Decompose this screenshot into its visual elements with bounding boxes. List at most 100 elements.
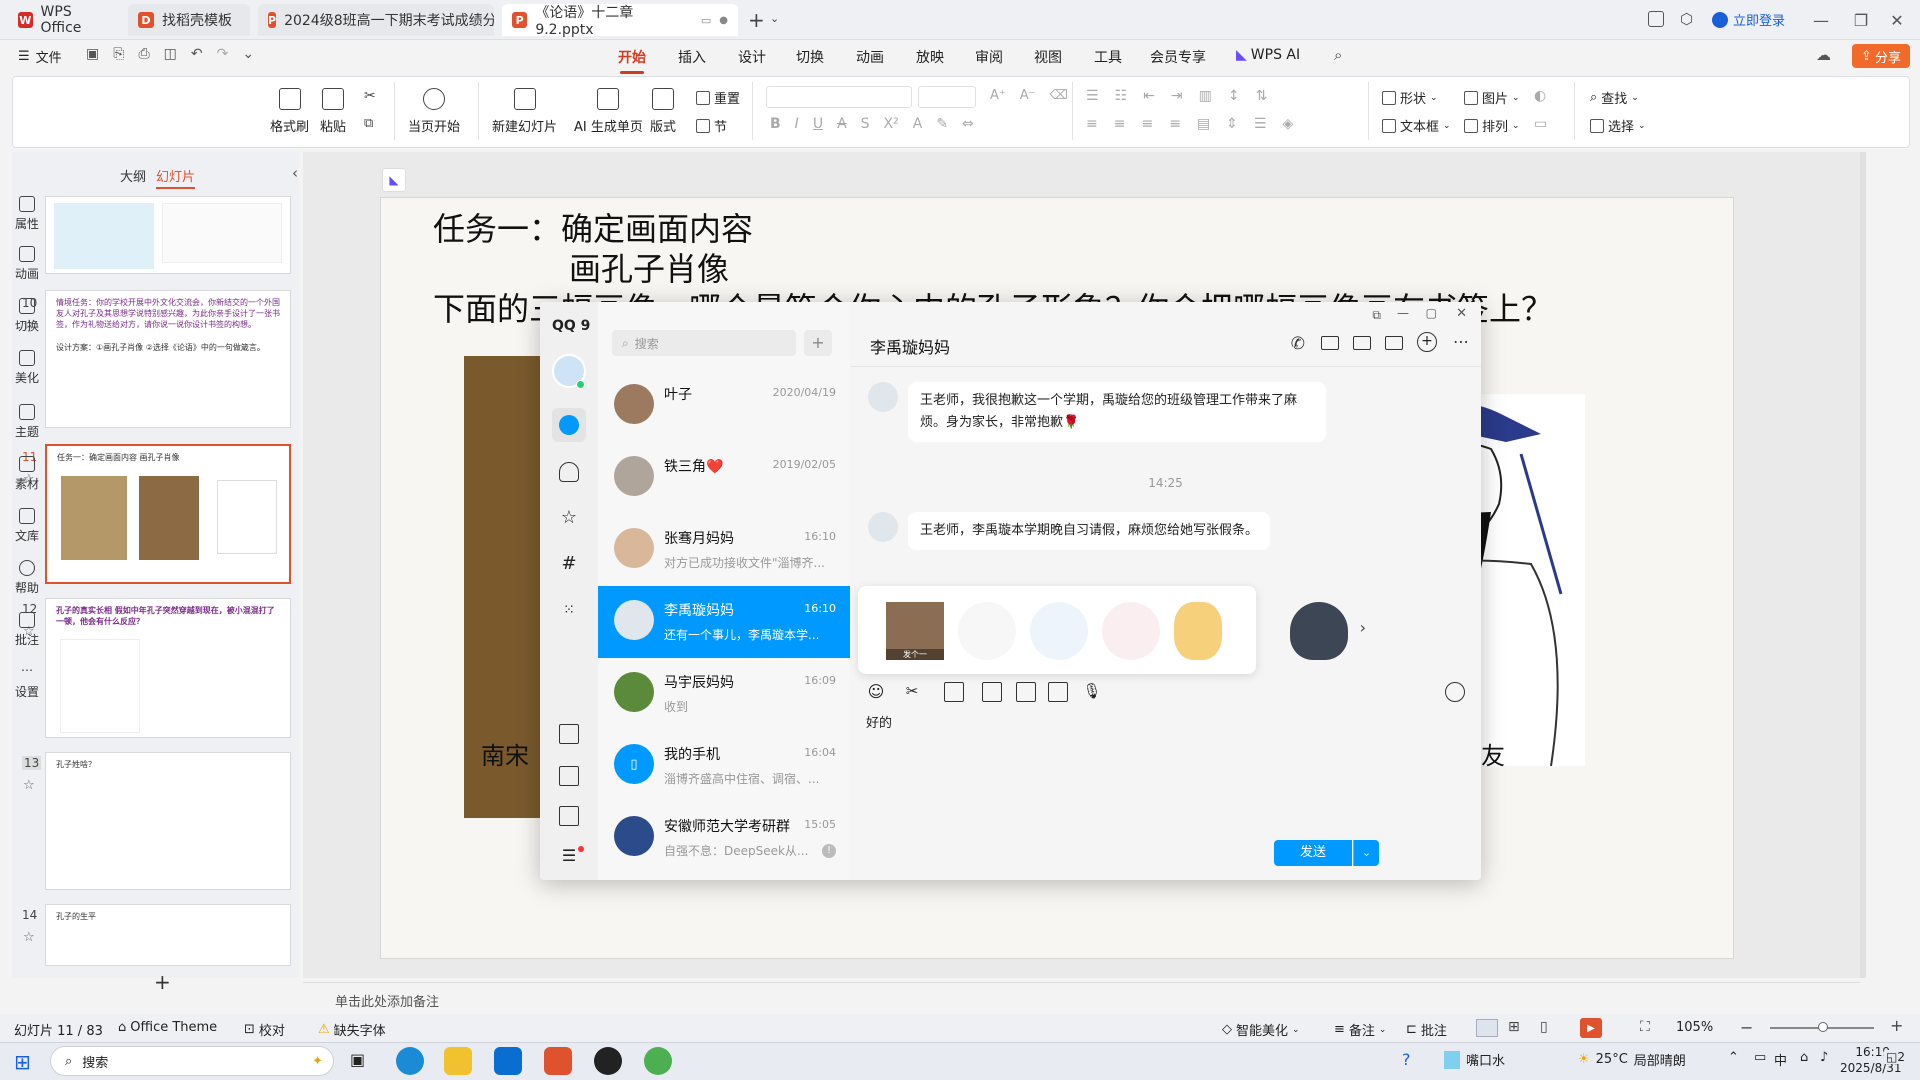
- network-icon[interactable]: ⌂: [1800, 1050, 1808, 1065]
- vertical-align-icon[interactable]: ⇕: [1226, 116, 1238, 132]
- text-direction-icon[interactable]: ⇅: [1256, 88, 1268, 104]
- sticker-penguin[interactable]: [1290, 602, 1348, 660]
- zoom-in-icon[interactable]: +: [1890, 1016, 1903, 1035]
- missing-font-button[interactable]: ⚠ 缺失字体: [318, 1020, 386, 1039]
- sidebar-help[interactable]: 帮助: [0, 560, 54, 596]
- message-bubble[interactable]: 王老师，李禹璇本学期晚自习请假，麻烦您给她写张假条。: [908, 512, 1271, 550]
- line-spacing-icon[interactable]: ↕: [1228, 88, 1240, 104]
- edge-browser-icon[interactable]: [396, 1047, 424, 1075]
- add-member-icon[interactable]: +: [1417, 332, 1437, 352]
- emoji-icon[interactable]: ☺: [866, 682, 886, 702]
- sidebar-transition[interactable]: 切换: [0, 298, 54, 334]
- conversation-item[interactable]: 安徽师范大学考研群 15:05 自强不息：DeepSeek从... !: [598, 802, 850, 874]
- slide-thumbnail-11[interactable]: 任务一：确定画面内容 画孔子肖像: [45, 444, 291, 584]
- speaker-icon[interactable]: ♪: [1820, 1050, 1828, 1065]
- tab-slides[interactable]: 幻灯片: [156, 166, 196, 189]
- qq-taskbar-icon[interactable]: [594, 1047, 622, 1075]
- export-pdf-icon[interactable]: ⎘: [113, 46, 124, 62]
- tab-monitor-icon[interactable]: ▭: [701, 14, 711, 27]
- picture-button[interactable]: 图片 ⌄: [1464, 88, 1520, 107]
- ai-assist-icon[interactable]: ◣: [382, 168, 406, 192]
- red-packet-icon[interactable]: [1048, 682, 1068, 702]
- zoom-slider-thumb[interactable]: [1818, 1022, 1828, 1032]
- char-spacing-icon[interactable]: ⇔: [962, 116, 974, 132]
- new-slide-button[interactable]: 新建幻灯片: [492, 88, 557, 135]
- sticker-pig[interactable]: [1102, 602, 1160, 660]
- superscript-icon[interactable]: X²: [884, 116, 899, 132]
- sticker-ok-hand[interactable]: [1174, 602, 1222, 660]
- remote-assist-icon[interactable]: [1385, 336, 1403, 350]
- play-current-button[interactable]: 当页开始: [408, 88, 460, 135]
- video-call-icon[interactable]: [1321, 336, 1339, 350]
- font-family-select[interactable]: [766, 86, 912, 108]
- menu-review[interactable]: 审阅: [975, 47, 1003, 67]
- menu-transition[interactable]: 切换: [796, 47, 824, 67]
- star-icon[interactable]: ☆: [23, 930, 35, 945]
- conversation-item[interactable]: 铁三角❤️ 2019/02/05: [598, 442, 850, 514]
- find-button[interactable]: ⌕ 查找 ⌄: [1590, 88, 1639, 107]
- qq-maximize-button[interactable]: ▢: [1426, 306, 1437, 320]
- outline-icon[interactable]: ▭: [1534, 116, 1547, 132]
- smartart-icon[interactable]: ◈: [1282, 116, 1293, 132]
- caption-right[interactable]: 友: [1481, 736, 1505, 771]
- menu-member[interactable]: 会员专享: [1150, 47, 1206, 67]
- fill-icon[interactable]: ◐: [1534, 88, 1546, 104]
- send-image-icon[interactable]: [982, 682, 1002, 702]
- send-button[interactable]: 发送: [1274, 840, 1352, 866]
- qq-search-box[interactable]: ⌕ 搜索: [612, 330, 796, 356]
- arrange-button[interactable]: 排列 ⌄: [1464, 116, 1520, 135]
- screenshot-scissors-icon[interactable]: ✂: [902, 682, 922, 702]
- ime-indicator[interactable]: 中: [1774, 1050, 1787, 1069]
- screen-share-icon[interactable]: [1353, 336, 1371, 350]
- qq-window[interactable]: QQ 9 ☆ # ⁙ ☰ ⌕ 搜索 + 叶子 2020/04/19 铁三角❤️ 2…: [540, 302, 1481, 880]
- menu-slideshow[interactable]: 放映: [916, 47, 944, 67]
- login-button[interactable]: 立即登录: [1712, 10, 1785, 29]
- tab-spreadsheet[interactable]: P 2024级8班高一下期末考试成绩分析: [258, 4, 494, 36]
- history-clock-icon[interactable]: [1445, 682, 1465, 702]
- decrease-font-icon[interactable]: A⁻: [1020, 88, 1036, 103]
- message-input[interactable]: 好的: [866, 712, 892, 731]
- notes-toggle-button[interactable]: ≡ 备注 ⌄: [1334, 1020, 1386, 1039]
- slide-thumbnail-9[interactable]: [45, 196, 291, 274]
- menu-animation[interactable]: 动画: [856, 47, 884, 67]
- tab-current-presentation[interactable]: P 《论语》十二章9.2.pptx ▭ ●: [502, 4, 738, 38]
- italic-icon[interactable]: I: [795, 116, 799, 132]
- message-bubble[interactable]: 王老师，我很抱歉这一个学期，禹璇给您的班级管理工作带来了麻烦。身为家长，非常抱歉…: [908, 382, 1326, 442]
- stickers-next-icon[interactable]: ›: [1360, 618, 1366, 637]
- slide-thumbnail-14[interactable]: 孔子的生平: [45, 904, 291, 966]
- sidebar-animation[interactable]: 动画: [0, 246, 54, 282]
- menu-wps-ai[interactable]: ◣ WPS AI: [1236, 47, 1300, 63]
- smart-beautify-button[interactable]: ◇ 智能美化 ⌄: [1222, 1020, 1300, 1039]
- windows-start-icon[interactable]: ⊞: [14, 1050, 31, 1074]
- favorites-star-icon[interactable]: ☆: [559, 508, 579, 528]
- folder-icon[interactable]: [559, 766, 579, 786]
- menu-insert[interactable]: 插入: [678, 47, 706, 67]
- highlight-icon[interactable]: ✎: [936, 116, 948, 132]
- align-left-icon[interactable]: ≡: [1086, 116, 1098, 132]
- reset-button[interactable]: 重置: [696, 88, 740, 107]
- more-options-icon[interactable]: ⋯: [1453, 332, 1469, 351]
- tab-list-chevron-icon[interactable]: ⌄: [770, 12, 779, 25]
- bold-icon[interactable]: B: [770, 116, 781, 132]
- qq-close-button[interactable]: ✕: [1456, 306, 1467, 321]
- browser-taskbar-icon[interactable]: [644, 1047, 672, 1075]
- weather-widget[interactable]: ☀ 25°C 局部晴朗: [1578, 1050, 1686, 1069]
- proof-button[interactable]: ⊡ 校对: [244, 1020, 285, 1039]
- microphone-icon[interactable]: 🎙: [1082, 682, 1102, 702]
- normal-view-icon[interactable]: [1476, 1019, 1498, 1037]
- sidebar-library[interactable]: 文库: [0, 508, 54, 544]
- sidebar-theme[interactable]: 主题: [0, 404, 54, 440]
- menu-view[interactable]: 视图: [1034, 47, 1062, 67]
- menu-design[interactable]: 设计: [738, 47, 766, 67]
- distribute-icon[interactable]: ▤: [1197, 116, 1210, 132]
- indent-decrease-icon[interactable]: ⇤: [1143, 88, 1155, 104]
- font-color-icon[interactable]: A: [913, 116, 923, 132]
- apps-grid-icon[interactable]: ⁙: [559, 600, 579, 620]
- conversation-item[interactable]: 马宇辰妈妈 16:09 收到: [598, 658, 850, 730]
- share-button[interactable]: ⇪ 分享: [1852, 44, 1910, 68]
- comments-toggle-button[interactable]: ⊏ 批注: [1406, 1020, 1447, 1039]
- strikethrough-icon[interactable]: A: [837, 116, 847, 132]
- task-view-icon[interactable]: ▣: [350, 1050, 365, 1069]
- print-preview-icon[interactable]: ◫: [164, 46, 177, 62]
- paragraph-spacing-icon[interactable]: ☰: [1254, 116, 1267, 132]
